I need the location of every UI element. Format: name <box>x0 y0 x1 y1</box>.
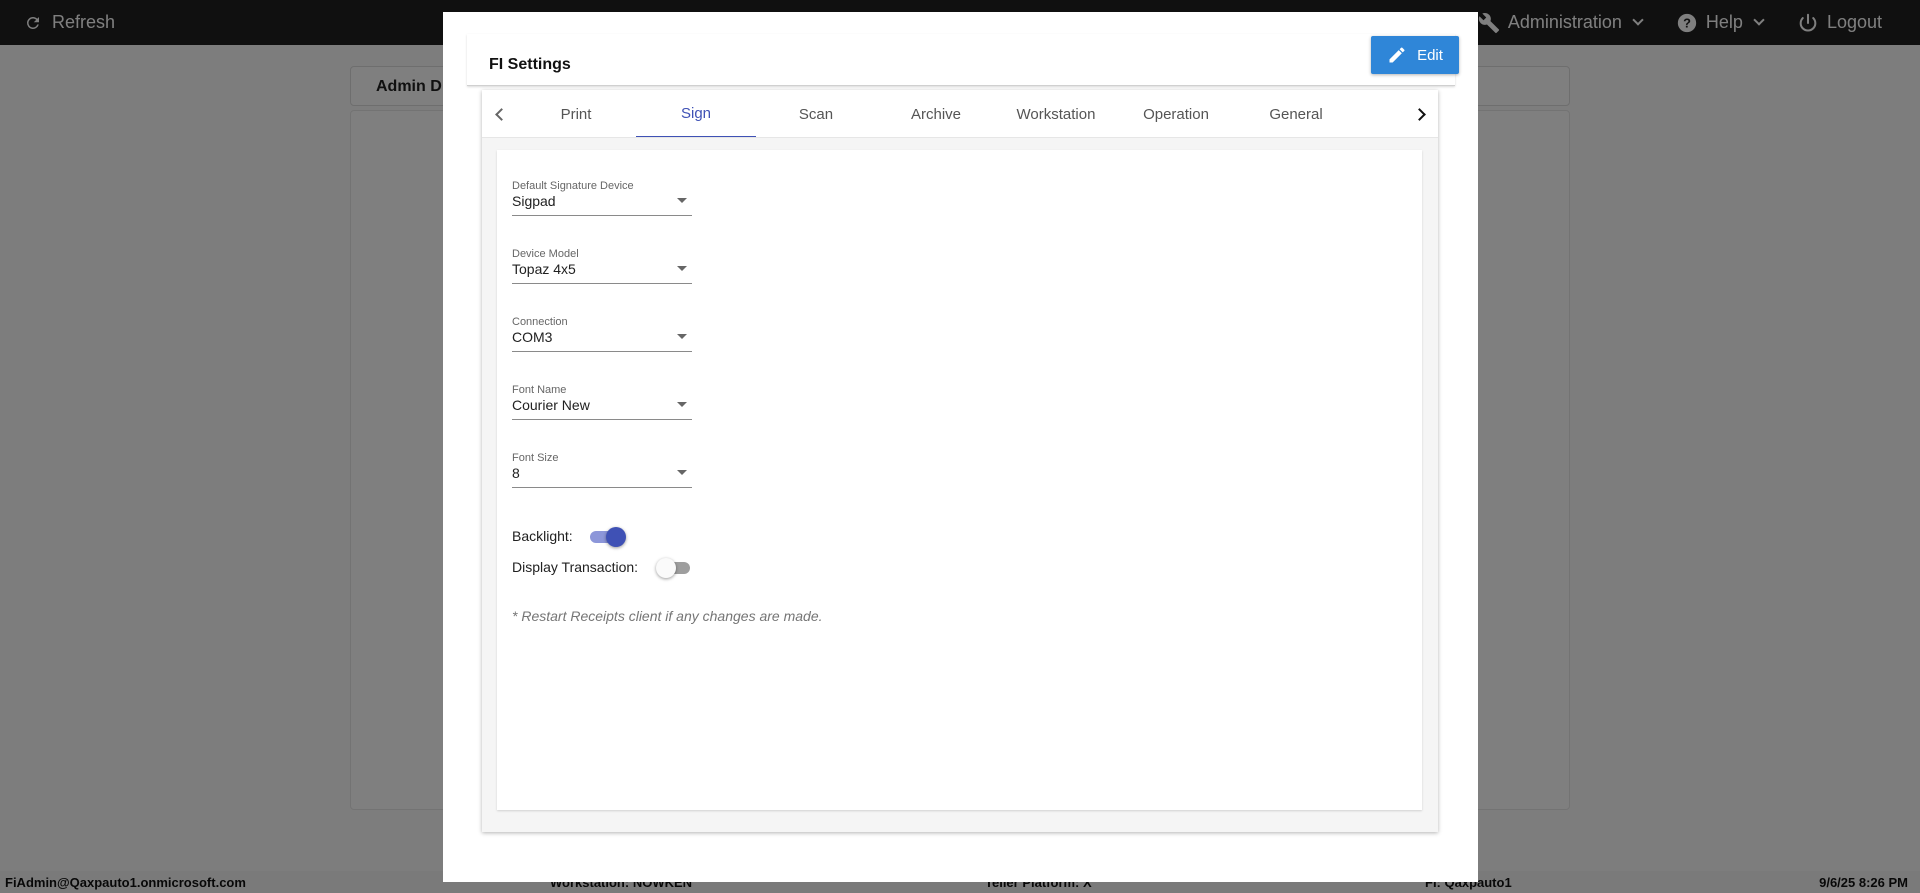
field-value: Sigpad <box>512 193 556 209</box>
tab-scroll-left-button[interactable] <box>482 90 516 137</box>
default-signature-device-select[interactable]: Default Signature Device Sigpad <box>512 180 692 220</box>
field-underline <box>512 487 692 488</box>
backlight-label: Backlight: <box>512 528 573 544</box>
backlight-row: Backlight: <box>512 524 573 548</box>
tab-scan[interactable]: Scan <box>756 90 876 137</box>
tab-label: Operation <box>1143 105 1209 123</box>
field-underline <box>512 215 692 216</box>
tab-print[interactable]: Print <box>516 90 636 137</box>
tab-archive[interactable]: Archive <box>876 90 996 137</box>
tab-label: Archive <box>910 105 962 123</box>
tab-general[interactable]: General <box>1236 90 1356 137</box>
tab-label: Sign <box>680 104 712 122</box>
sign-settings-panel: Default Signature Device Sigpad Device M… <box>497 150 1422 810</box>
device-model-select[interactable]: Device Model Topaz 4x5 <box>512 248 692 288</box>
dropdown-arrow-icon <box>677 402 687 407</box>
field-underline <box>512 283 692 284</box>
field-value: Topaz 4x5 <box>512 261 576 277</box>
chevron-right-icon <box>1412 107 1426 121</box>
field-label: Device Model <box>512 248 579 260</box>
edit-label: Edit <box>1417 46 1443 64</box>
field-label: Font Name <box>512 384 567 396</box>
field-value: Courier New <box>512 397 590 413</box>
tab-scroll-right-button[interactable] <box>1404 90 1438 137</box>
dropdown-arrow-icon <box>677 334 687 339</box>
fi-settings-dialog: FI Settings Edit Print Sign Scan Archive… <box>443 12 1478 882</box>
field-underline <box>512 419 692 420</box>
dropdown-arrow-icon <box>677 198 687 203</box>
dialog-title: FI Settings <box>489 56 571 73</box>
dropdown-arrow-icon <box>677 266 687 271</box>
backlight-toggle[interactable] <box>588 524 626 548</box>
tab-sign[interactable]: Sign <box>636 90 756 137</box>
display-transaction-row: Display Transaction: <box>512 555 638 579</box>
display-transaction-toggle[interactable] <box>656 555 692 579</box>
dialog-header: FI Settings <box>467 34 1455 86</box>
field-value: 8 <box>512 465 520 481</box>
toggle-thumb <box>656 558 676 578</box>
tab-label: Print <box>560 105 592 123</box>
field-label: Default Signature Device <box>512 180 634 192</box>
field-label: Font Size <box>512 452 559 464</box>
display-transaction-label: Display Transaction: <box>512 559 639 575</box>
tab-label: Scan <box>798 105 834 123</box>
field-label: Connection <box>512 316 568 328</box>
toggle-thumb <box>606 527 626 547</box>
restart-note: * Restart Receipts client if any changes… <box>512 608 823 624</box>
connection-select[interactable]: Connection COM3 <box>512 316 692 356</box>
tab-label: Workstation <box>1016 105 1096 123</box>
chevron-left-icon <box>494 107 508 121</box>
settings-card: Print Sign Scan Archive Workstation Oper… <box>482 90 1438 832</box>
field-value: COM3 <box>512 329 553 345</box>
dropdown-arrow-icon <box>677 470 687 475</box>
tab-label: General <box>1269 105 1323 123</box>
edit-button[interactable]: Edit <box>1371 36 1459 74</box>
pencil-icon <box>1389 47 1405 63</box>
font-size-select[interactable]: Font Size 8 <box>512 452 692 492</box>
font-name-select[interactable]: Font Name Courier New <box>512 384 692 424</box>
field-underline <box>512 351 692 352</box>
tab-operation[interactable]: Operation <box>1116 90 1236 137</box>
tab-bar: Print Sign Scan Archive Workstation Oper… <box>482 90 1438 138</box>
tab-workstation[interactable]: Workstation <box>996 90 1116 137</box>
